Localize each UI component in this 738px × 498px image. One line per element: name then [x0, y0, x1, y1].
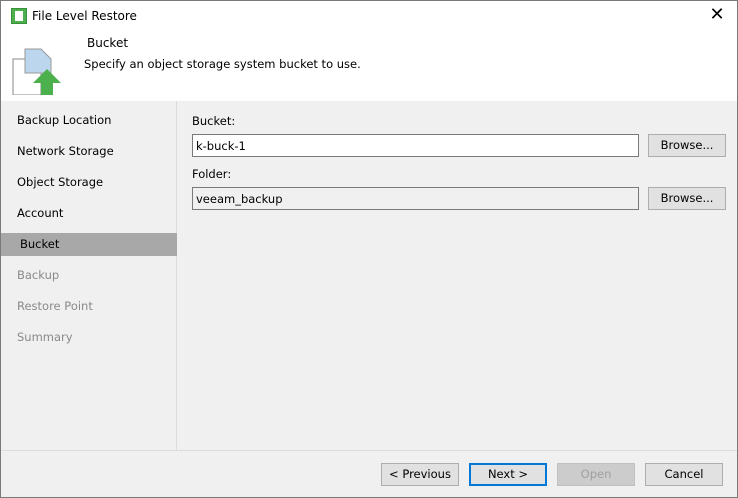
wizard-header: Bucket Specify an object storage system …	[1, 31, 737, 101]
window-title: File Level Restore	[32, 9, 137, 23]
bucket-input[interactable]	[192, 134, 639, 157]
step-account[interactable]: Account	[1, 202, 177, 225]
footer-divider	[1, 450, 737, 451]
folder-label: Folder:	[192, 167, 232, 181]
step-summary: Summary	[17, 330, 73, 344]
header-description: Specify an object storage system bucket …	[84, 57, 361, 71]
step-bucket[interactable]: Bucket	[1, 233, 177, 256]
folder-browse-button[interactable]: Browse...	[648, 187, 726, 210]
next-button[interactable]: Next >	[469, 463, 547, 486]
close-button[interactable]: ✕	[705, 4, 729, 26]
title-bar: File Level Restore ✕	[1, 1, 737, 31]
header-title: Bucket	[87, 36, 129, 50]
step-object-storage[interactable]: Object Storage	[1, 171, 177, 194]
file-restore-icon	[12, 48, 61, 95]
file-level-restore-window: File Level Restore ✕ Bucket Specify an o…	[0, 0, 738, 498]
previous-button[interactable]: < Previous	[381, 463, 459, 486]
step-backup: Backup	[17, 268, 60, 282]
step-restore-point: Restore Point	[17, 299, 93, 313]
step-backup-location[interactable]: Backup Location	[1, 109, 177, 132]
cancel-button[interactable]: Cancel	[645, 463, 723, 486]
wizard-steps: Backup Location Network Storage Object S…	[1, 101, 177, 450]
step-network-storage[interactable]: Network Storage	[1, 140, 177, 163]
bucket-label: Bucket:	[192, 114, 236, 128]
open-button: Open	[557, 463, 635, 486]
bucket-browse-button[interactable]: Browse...	[648, 134, 726, 157]
app-icon	[11, 8, 27, 24]
folder-input[interactable]	[192, 187, 639, 210]
